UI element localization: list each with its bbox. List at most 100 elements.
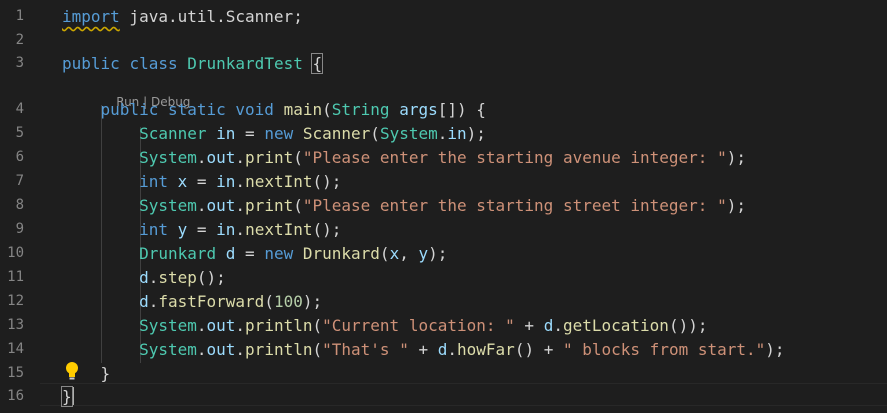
code-token: () + [514, 340, 563, 359]
code-token: public [62, 54, 120, 73]
code-token: ()); [668, 316, 708, 335]
code-token: print [245, 148, 294, 167]
code-token: System [139, 148, 197, 167]
code-token: System [139, 196, 197, 215]
code-token: new [264, 244, 294, 263]
code-line-13: System.out.println("Current location: " … [62, 314, 707, 337]
code-token: ( [379, 244, 390, 263]
code-token: nextInt [245, 220, 313, 239]
code-token: x [389, 244, 400, 263]
line-number: 9 [15, 221, 24, 237]
code-token: "Current location: " [322, 316, 515, 335]
line-number: 4 [15, 101, 24, 117]
code-token: args [399, 100, 438, 119]
code-token: = [187, 172, 217, 191]
code-token: . [235, 148, 246, 167]
code-token: y [418, 244, 429, 263]
code-token: static [167, 100, 226, 119]
code-token: . [148, 268, 159, 287]
code-token: = [187, 220, 217, 239]
line-number: 12 [7, 293, 24, 309]
code-token: d [437, 340, 448, 359]
code-token: y [177, 220, 188, 239]
code-token: , [399, 244, 419, 263]
code-token: . [553, 316, 563, 335]
line-number: 13 [7, 317, 24, 333]
code-token: ( [322, 100, 332, 119]
code-token: . [148, 292, 159, 311]
code-token: in [216, 220, 236, 239]
code-token: d [139, 292, 149, 311]
code-token: println [245, 316, 313, 335]
line-number: 8 [15, 197, 24, 213]
code-token: System [379, 124, 438, 143]
code-token: d [225, 244, 236, 263]
code-token: public [100, 100, 159, 119]
code-token: ( [312, 316, 323, 335]
code-token: System [139, 316, 197, 335]
line-number: 15 [7, 365, 24, 381]
code-line-15: } [62, 362, 111, 385]
code-token: . [196, 148, 207, 167]
text-cursor [72, 387, 74, 405]
code-line-9: int y = in.nextInt(); [62, 218, 341, 241]
code-token: x [177, 172, 188, 191]
code-token: = [235, 244, 265, 263]
code-token: fastForward [158, 292, 265, 311]
code-token: } [61, 386, 73, 407]
code-token: " blocks from start." [562, 340, 766, 359]
current-line-highlight [40, 383, 887, 406]
code-token: out [206, 196, 236, 215]
line-number: 10 [7, 245, 24, 261]
code-token: (); [196, 268, 226, 287]
code-token: out [206, 340, 236, 359]
code-token: { [311, 53, 324, 74]
code-token: ); [428, 244, 448, 263]
code-token: String [331, 100, 390, 119]
code-editor[interactable]: Run | Debug 1 2 3 4 5 6 7 8 9 10 11 12 13 14 15 16 impor… [0, 0, 887, 413]
code-line-16: } [61, 385, 73, 408]
code-token: in [216, 172, 236, 191]
code-token: } [62, 364, 111, 383]
code-token: in [447, 124, 467, 143]
code-token: new [264, 124, 294, 143]
line-number: 6 [15, 149, 24, 165]
code-token: . [196, 316, 207, 335]
code-line-6: System.out.print("Please enter the start… [62, 146, 746, 169]
code-token: . [235, 220, 246, 239]
code-token: + [408, 340, 438, 359]
code-token: . [437, 124, 448, 143]
code-token: class [129, 54, 178, 73]
code-token: import [62, 7, 120, 26]
code-token: Drunkard [302, 244, 380, 263]
code-token: int [139, 172, 168, 191]
code-token: . [196, 196, 207, 215]
code-token: ); [726, 196, 746, 215]
line-number: 1 [15, 8, 24, 24]
code-token: print [245, 196, 294, 215]
code-token: System [139, 340, 197, 359]
code-line-1: import java.util.Scanner; [62, 5, 303, 28]
code-line-4: public static void main(String args[]) { [62, 98, 486, 121]
code-token: Drunkard [139, 244, 217, 263]
code-token: "Please enter the starting street intege… [302, 196, 727, 215]
code-token: println [245, 340, 313, 359]
code-token: ( [293, 196, 303, 215]
code-token: (); [312, 172, 342, 191]
code-token: void [235, 100, 274, 119]
code-line-7: int x = in.nextInt(); [62, 170, 341, 193]
code-token: ); [726, 148, 746, 167]
